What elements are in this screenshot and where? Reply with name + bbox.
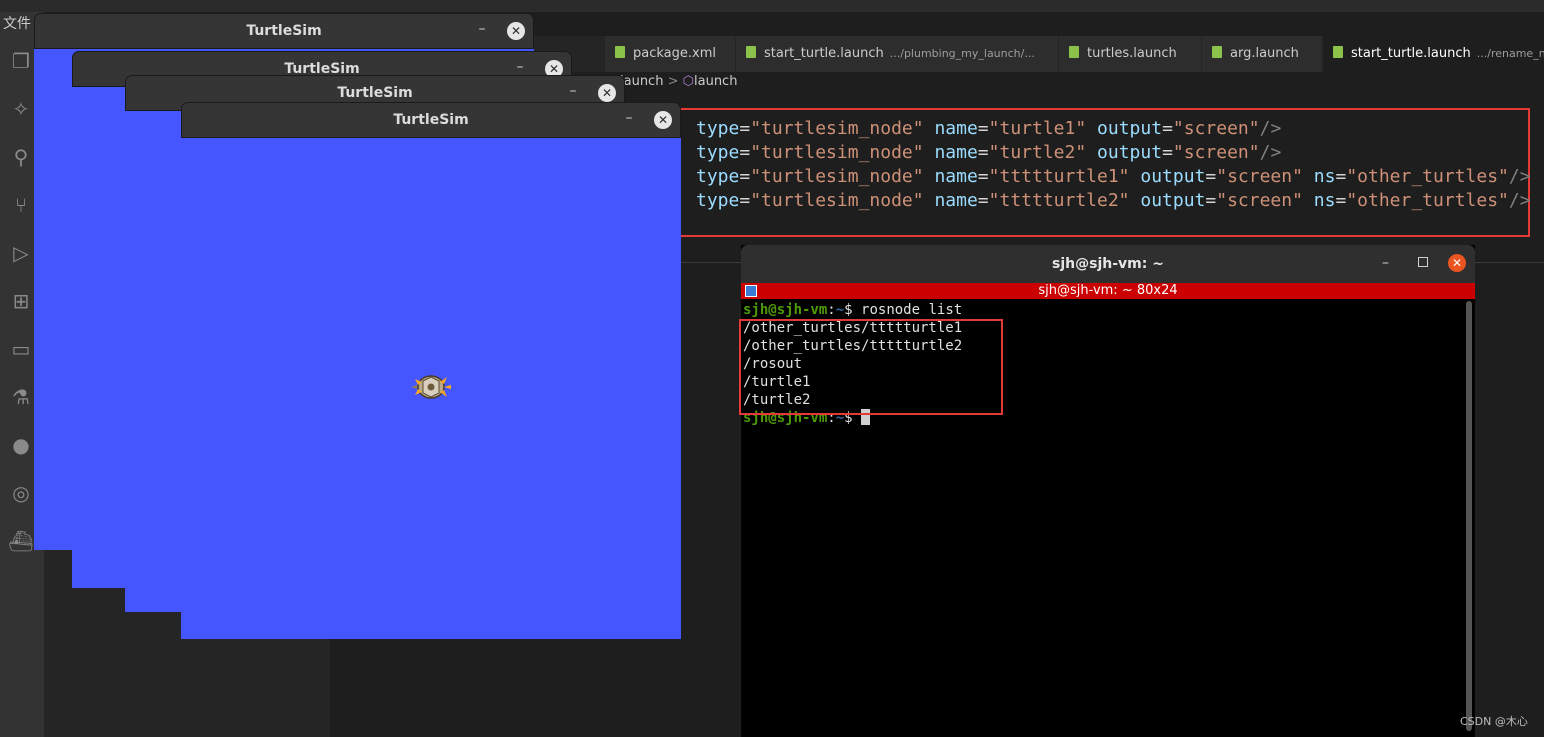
file-icon [1212, 46, 1222, 58]
search-icon[interactable]: ⚲ [8, 144, 34, 170]
tab-package-xml[interactable]: package.xml [605, 36, 736, 72]
close-icon[interactable]: ✕ [1448, 254, 1466, 272]
tab-label: package.xml [633, 46, 716, 61]
remote-explorer-icon[interactable]: ▭ [8, 336, 34, 362]
docker-icon[interactable]: ⛴ [8, 528, 34, 554]
tab-label: start_turtle.launch [764, 46, 884, 61]
minimize-icon[interactable]: – [565, 83, 581, 99]
breadcrumb-item[interactable]: launch [694, 74, 737, 89]
terminal-command-line: sjh@sjh-vm:~$ rosnode list [743, 302, 963, 318]
minimize-icon[interactable]: – [621, 110, 637, 126]
watermark: CSDN @木心 [1460, 715, 1528, 728]
file-icon [615, 46, 625, 58]
tab-label: turtles.launch [1087, 46, 1177, 61]
terminal-size-label: sjh@sjh-vm: ~ 80x24 [1038, 283, 1178, 298]
maximize-icon[interactable] [1418, 257, 1428, 267]
code-highlight-box: type="turtlesim_node" name="turtle1" out… [674, 108, 1531, 237]
github-icon[interactable]: ● [8, 432, 34, 458]
code-line: type="turtlesim_node" name="turtle2" out… [696, 142, 1282, 163]
source-control-icon[interactable]: ⑂ [8, 192, 34, 218]
code-line: type="turtlesim_node" name="turtle1" out… [696, 118, 1282, 139]
turtlesim-window[interactable]: TurtleSim – ✕ [181, 102, 681, 639]
file-icon [1069, 46, 1079, 58]
file-icon [1333, 46, 1343, 58]
window-title: TurtleSim [393, 112, 469, 128]
output-highlight-box [739, 319, 1003, 415]
minimize-icon[interactable]: – [512, 59, 528, 75]
window-title: sjh@sjh-vm: ~ [1052, 256, 1164, 272]
tab-label: arg.launch [1230, 46, 1299, 61]
tab-path-hint: .../plumbing_my_launch/... [889, 47, 1035, 60]
file-icon [746, 46, 756, 58]
tab-start-turtle-plumbing[interactable]: start_turtle.launch .../plumbing_my_launc… [736, 36, 1059, 72]
testing-icon[interactable]: ✧ [8, 96, 34, 122]
title-bar [0, 0, 1544, 12]
scrollbar[interactable] [1466, 301, 1472, 731]
turtle-icon [411, 375, 451, 399]
git-graph-icon[interactable]: ◎ [8, 480, 34, 506]
close-icon[interactable]: ✕ [654, 111, 672, 129]
extensions-icon[interactable]: ⊞ [8, 288, 34, 314]
tab-label: start_turtle.launch [1351, 46, 1471, 61]
turtle-canvas [181, 138, 681, 639]
breadcrumb: launch > ⬡launch [620, 74, 737, 89]
tab-turtles-launch[interactable]: turtles.launch [1059, 36, 1202, 72]
minimize-icon[interactable]: – [1382, 255, 1389, 271]
flask-icon[interactable]: ⚗ [8, 384, 34, 410]
window-title: TurtleSim [246, 23, 322, 39]
code-line: type="turtlesim_node" name="ttttturtle1"… [696, 166, 1531, 187]
run-debug-icon[interactable]: ▷ [8, 240, 34, 266]
close-icon[interactable]: ✕ [598, 84, 616, 102]
breadcrumb-item[interactable]: launch [620, 74, 663, 89]
files-icon[interactable]: ❐ [8, 48, 34, 74]
breadcrumb-separator: > [667, 74, 679, 89]
tab-start-turtle-rename[interactable]: start_turtle.launch .../rename_no [1323, 36, 1544, 72]
file-menu[interactable]: 文件 [3, 13, 31, 33]
cube-icon: ⬡ [682, 74, 694, 89]
close-icon[interactable]: ✕ [507, 22, 525, 40]
tab-path-hint: .../rename_no [1476, 47, 1544, 60]
minimize-icon[interactable]: – [474, 21, 490, 37]
code-line: type="turtlesim_node" name="ttttturtle2"… [696, 190, 1531, 211]
tab-arg-launch[interactable]: arg.launch [1202, 36, 1323, 72]
